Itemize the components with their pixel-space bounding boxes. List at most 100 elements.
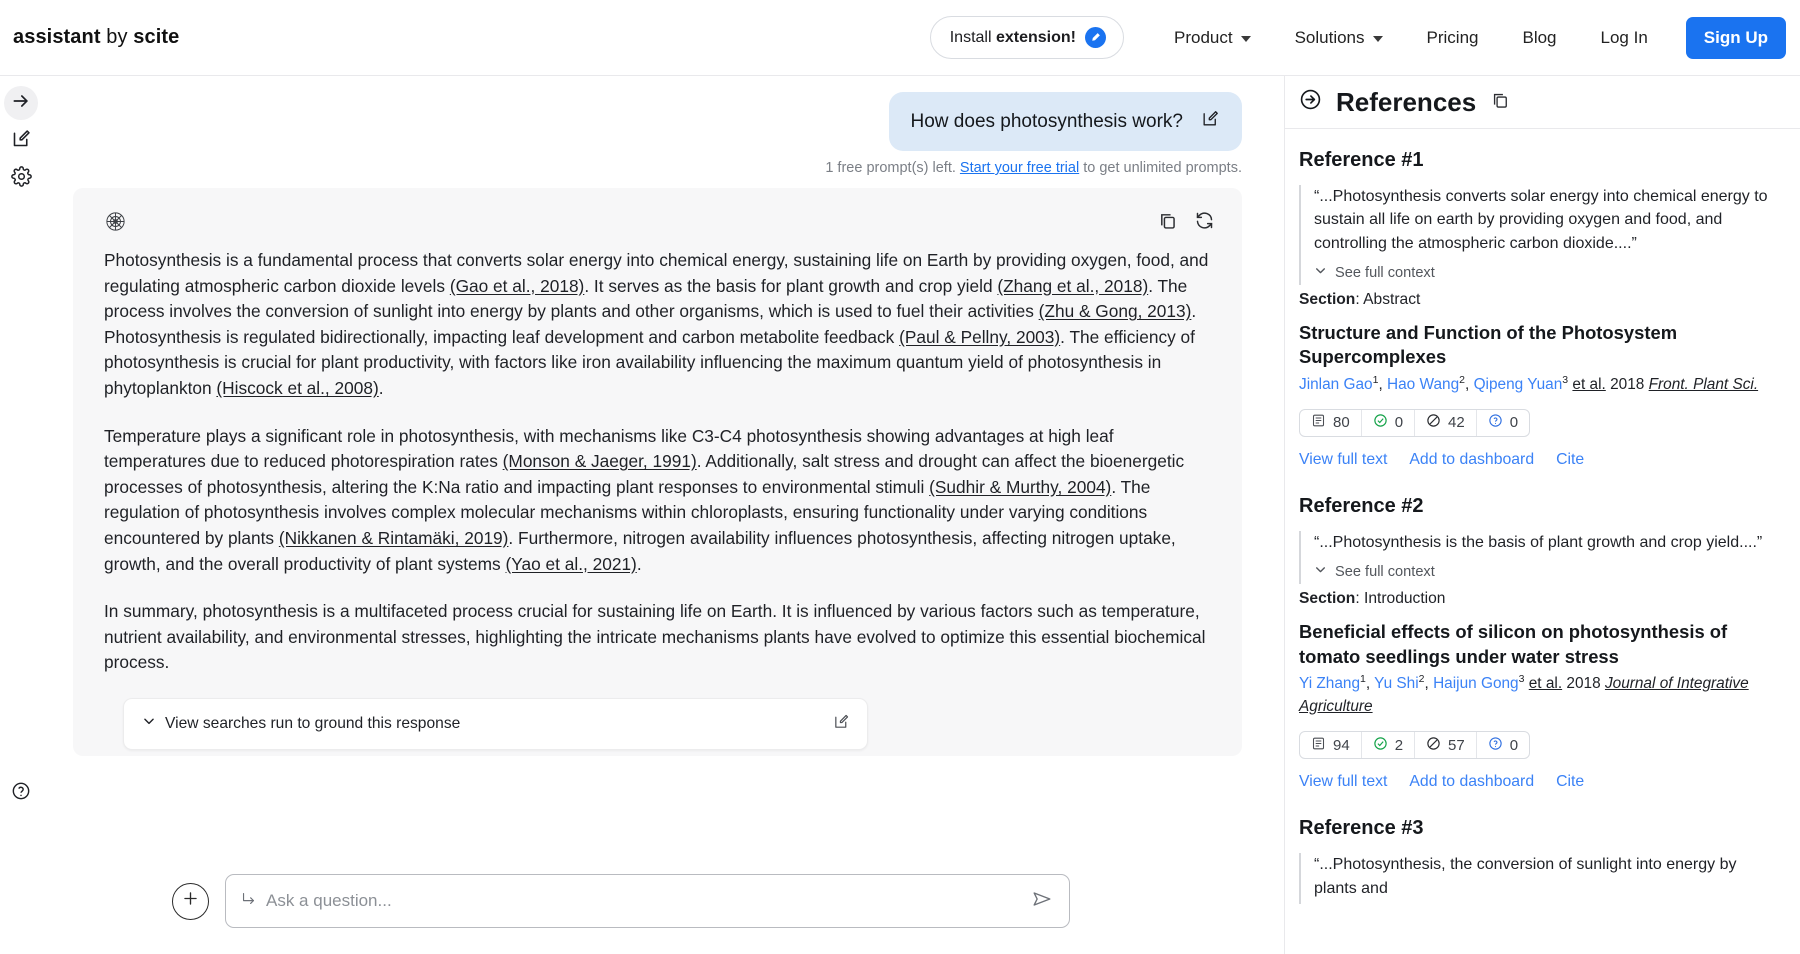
- reference-label: Reference #2: [1299, 495, 1779, 518]
- metric-value: 2: [1395, 737, 1403, 754]
- question-input[interactable]: [266, 891, 1031, 911]
- inline-citation-link[interactable]: (Monson & Jaeger, 1991): [503, 451, 697, 471]
- user-question-bubble: How does photosynthesis work?: [889, 92, 1242, 151]
- reference-action-0[interactable]: View full text: [1299, 451, 1387, 469]
- mentioning-icon: [1488, 736, 1503, 755]
- metric-value: 42: [1448, 414, 1465, 431]
- metric-citations[interactable]: 94: [1300, 732, 1362, 758]
- chevron-down-icon: [1314, 264, 1327, 281]
- inline-citation-link[interactable]: (Zhu & Gong, 2013): [1039, 301, 1192, 321]
- reference-actions: View full text Add to dashboard Cite: [1299, 451, 1779, 469]
- answer-text-run: .: [637, 554, 642, 574]
- author-link[interactable]: Qipeng Yuan: [1474, 376, 1563, 393]
- metric-mentioning[interactable]: 0: [1477, 732, 1529, 758]
- references-title: References: [1336, 87, 1476, 118]
- reference-quote: “...Photosynthesis, the conversion of su…: [1299, 853, 1779, 904]
- nav-item-solutions-label: Solutions: [1295, 28, 1365, 48]
- inline-citation-link[interactable]: (Sudhir & Murthy, 2004): [929, 477, 1111, 497]
- metric-value: 57: [1448, 737, 1465, 754]
- metric-mentioning[interactable]: 0: [1477, 410, 1529, 436]
- author-link[interactable]: Hao Wang: [1387, 376, 1459, 393]
- nav-item-pricing[interactable]: Pricing: [1405, 28, 1501, 48]
- open-searches-external-icon[interactable]: [833, 713, 850, 735]
- see-full-context-toggle[interactable]: See full context: [1314, 563, 1779, 580]
- mentioning-icon: [1488, 413, 1503, 432]
- see-full-context-toggle[interactable]: See full context: [1314, 264, 1779, 281]
- brand-logo[interactable]: assistant by scite: [13, 26, 179, 49]
- metric-contrasting[interactable]: 57: [1415, 732, 1477, 758]
- et-al-link[interactable]: et al.: [1529, 675, 1562, 692]
- inline-citation-link[interactable]: (Zhang et al., 2018): [997, 276, 1148, 296]
- help-button[interactable]: [4, 776, 38, 810]
- start-free-trial-link[interactable]: Start your free trial: [960, 160, 1079, 176]
- author-link[interactable]: Jinlan Gao: [1299, 376, 1373, 393]
- author-affiliation: 2: [1419, 673, 1425, 685]
- reference-quote: “...Photosynthesis converts solar energy…: [1299, 185, 1779, 285]
- author-link[interactable]: Haijun Gong: [1433, 675, 1519, 692]
- reference-action-1[interactable]: Add to dashboard: [1409, 773, 1534, 791]
- question-input-wrapper[interactable]: [225, 874, 1070, 928]
- nav-item-product[interactable]: Product: [1152, 28, 1273, 48]
- reference-item: Reference #3“...Photosynthesis, the conv…: [1299, 817, 1779, 904]
- publication-title[interactable]: Beneficial effects of silicon on photosy…: [1299, 620, 1779, 669]
- message-composer: [172, 874, 1070, 928]
- accordion-view-searches[interactable]: View searches run to ground this respons…: [123, 698, 868, 750]
- metric-supporting[interactable]: 0: [1362, 410, 1415, 436]
- answer-paragraph-3: In summary, photosynthesis is a multifac…: [104, 599, 1215, 676]
- metric-value: 94: [1333, 737, 1350, 754]
- collapse-sidebar-button[interactable]: [4, 86, 38, 120]
- publication-title[interactable]: Structure and Function of the Photosyste…: [1299, 321, 1779, 370]
- nav-item-login-label: Log In: [1601, 28, 1648, 48]
- top-navigation-bar: assistant by scite Install extension! Pr…: [0, 0, 1800, 76]
- inline-citation-link[interactable]: (Gao et al., 2018): [450, 276, 585, 296]
- metric-supporting[interactable]: 2: [1362, 732, 1415, 758]
- install-extension-button[interactable]: Install extension!: [930, 16, 1124, 59]
- inline-citation-link[interactable]: (Paul & Pellny, 2003): [899, 327, 1060, 347]
- see-full-context-label: See full context: [1335, 265, 1435, 281]
- edit-question-icon[interactable]: [1201, 109, 1220, 134]
- nav-item-solutions[interactable]: Solutions: [1273, 28, 1405, 48]
- user-question-row: How does photosynthesis work?: [42, 76, 1284, 151]
- reference-action-2[interactable]: Cite: [1556, 773, 1584, 791]
- reference-action-2[interactable]: Cite: [1556, 451, 1584, 469]
- reference-quote-text: “...Photosynthesis is the basis of plant…: [1314, 531, 1779, 554]
- add-attachment-button[interactable]: [172, 883, 209, 920]
- author-link[interactable]: Yi Zhang: [1299, 675, 1360, 692]
- copy-references-icon[interactable]: [1490, 90, 1510, 115]
- regenerate-answer-icon[interactable]: [1194, 210, 1215, 236]
- reference-section: Section: Abstract: [1299, 291, 1779, 309]
- metric-contrasting[interactable]: 42: [1415, 410, 1477, 436]
- reference-item: Reference #1“...Photosynthesis converts …: [1299, 149, 1779, 469]
- collapse-references-icon[interactable]: [1299, 88, 1322, 116]
- nav-item-login[interactable]: Log In: [1579, 28, 1670, 48]
- reference-item: Reference #2 “...Photosynthesis is the ba…: [1299, 495, 1779, 791]
- reference-quote: “...Photosynthesis is the basis of plant…: [1299, 531, 1779, 584]
- reference-action-1[interactable]: Add to dashboard: [1409, 451, 1534, 469]
- inline-citation-link[interactable]: (Nikkanen & Rintamäki, 2019): [279, 528, 509, 548]
- send-message-icon[interactable]: [1031, 888, 1053, 915]
- settings-button[interactable]: [4, 162, 38, 196]
- nav-item-pricing-label: Pricing: [1427, 28, 1479, 48]
- free-prompt-suffix: to get unlimited prompts.: [1079, 160, 1242, 176]
- extension-badge-icon: [1085, 27, 1106, 48]
- metric-value: 80: [1333, 414, 1350, 431]
- nav-item-blog[interactable]: Blog: [1500, 28, 1578, 48]
- metric-citations[interactable]: 80: [1300, 410, 1362, 436]
- answer-text-run: .: [379, 378, 384, 398]
- answer-card-tools: [1157, 210, 1215, 236]
- user-question-text: How does photosynthesis work?: [911, 111, 1183, 133]
- author-link[interactable]: Yu Shi: [1374, 675, 1419, 692]
- journal-name[interactable]: Journal of Integrative Agriculture: [1299, 675, 1749, 715]
- inline-citation-link[interactable]: (Yao et al., 2021): [506, 554, 637, 574]
- scite-metrics-bar: 94 2 57 0: [1299, 731, 1530, 759]
- chevron-down-icon: [1241, 36, 1251, 42]
- reference-quote-text: “...Photosynthesis, the conversion of su…: [1314, 853, 1779, 900]
- reference-action-0[interactable]: View full text: [1299, 773, 1387, 791]
- journal-name[interactable]: Front. Plant Sci.: [1649, 376, 1759, 393]
- new-chat-button[interactable]: [4, 124, 38, 158]
- et-al-link[interactable]: et al.: [1572, 376, 1605, 393]
- inline-citation-link[interactable]: (Hiscock et al., 2008): [216, 378, 378, 398]
- copy-answer-icon[interactable]: [1157, 210, 1178, 236]
- author-affiliation: 1: [1373, 374, 1379, 386]
- sign-up-button[interactable]: Sign Up: [1686, 17, 1786, 59]
